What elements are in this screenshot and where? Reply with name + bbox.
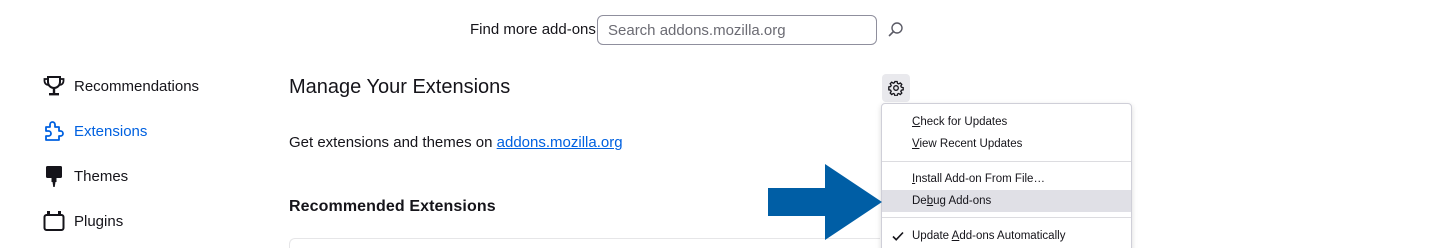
sidebar-item-label: Plugins [74, 212, 124, 230]
menu-item-view-recent-updates[interactable]: View Recent Updates [882, 133, 1131, 155]
tools-gear-button[interactable] [882, 74, 910, 102]
menu-separator [882, 161, 1131, 162]
subtitle-prefix: Get extensions and themes on [289, 134, 493, 151]
amo-link[interactable]: addons.mozilla.org [497, 134, 623, 151]
sidebar-item-recommendations[interactable]: Recommendations [42, 70, 242, 102]
get-extensions-text: Get extensions and themes on addons.mozi… [289, 134, 623, 151]
addons-manager-page: Find more add-ons Recommendations Extens… [0, 0, 1440, 248]
search-icon[interactable] [886, 20, 906, 40]
menu-item-update-automatically[interactable]: Update Add-ons Automatically [882, 225, 1131, 247]
search-input[interactable] [597, 15, 877, 45]
menu-item-install-from-file[interactable]: Install Add-on From File… [882, 168, 1131, 190]
sidebar-item-plugins[interactable]: Plugins [42, 205, 242, 237]
menu-item-check-for-updates[interactable]: Check for Updates [882, 111, 1131, 133]
page-title: Manage Your Extensions [289, 76, 511, 98]
sidebar-item-label: Recommendations [74, 77, 200, 95]
sidebar-item-label: Themes [74, 167, 129, 185]
annotation-arrow-icon [768, 164, 900, 240]
brush-icon [42, 164, 66, 188]
section-title: Recommended Extensions [289, 198, 496, 215]
menu-item-debug-addons[interactable]: Debug Add-ons [882, 190, 1131, 212]
trophy-icon [42, 74, 66, 98]
sidebar-item-themes[interactable]: Themes [42, 160, 242, 192]
sidebar-item-label: Extensions [74, 122, 148, 140]
menu-separator [882, 217, 1131, 218]
search-label: Find more add-ons [470, 21, 596, 38]
plugin-icon [42, 209, 66, 233]
puzzle-icon [42, 119, 66, 143]
gear-icon [888, 80, 904, 96]
sidebar-item-extensions[interactable]: Extensions [42, 115, 242, 147]
tools-menu: Check for Updates View Recent Updates In… [881, 103, 1132, 248]
